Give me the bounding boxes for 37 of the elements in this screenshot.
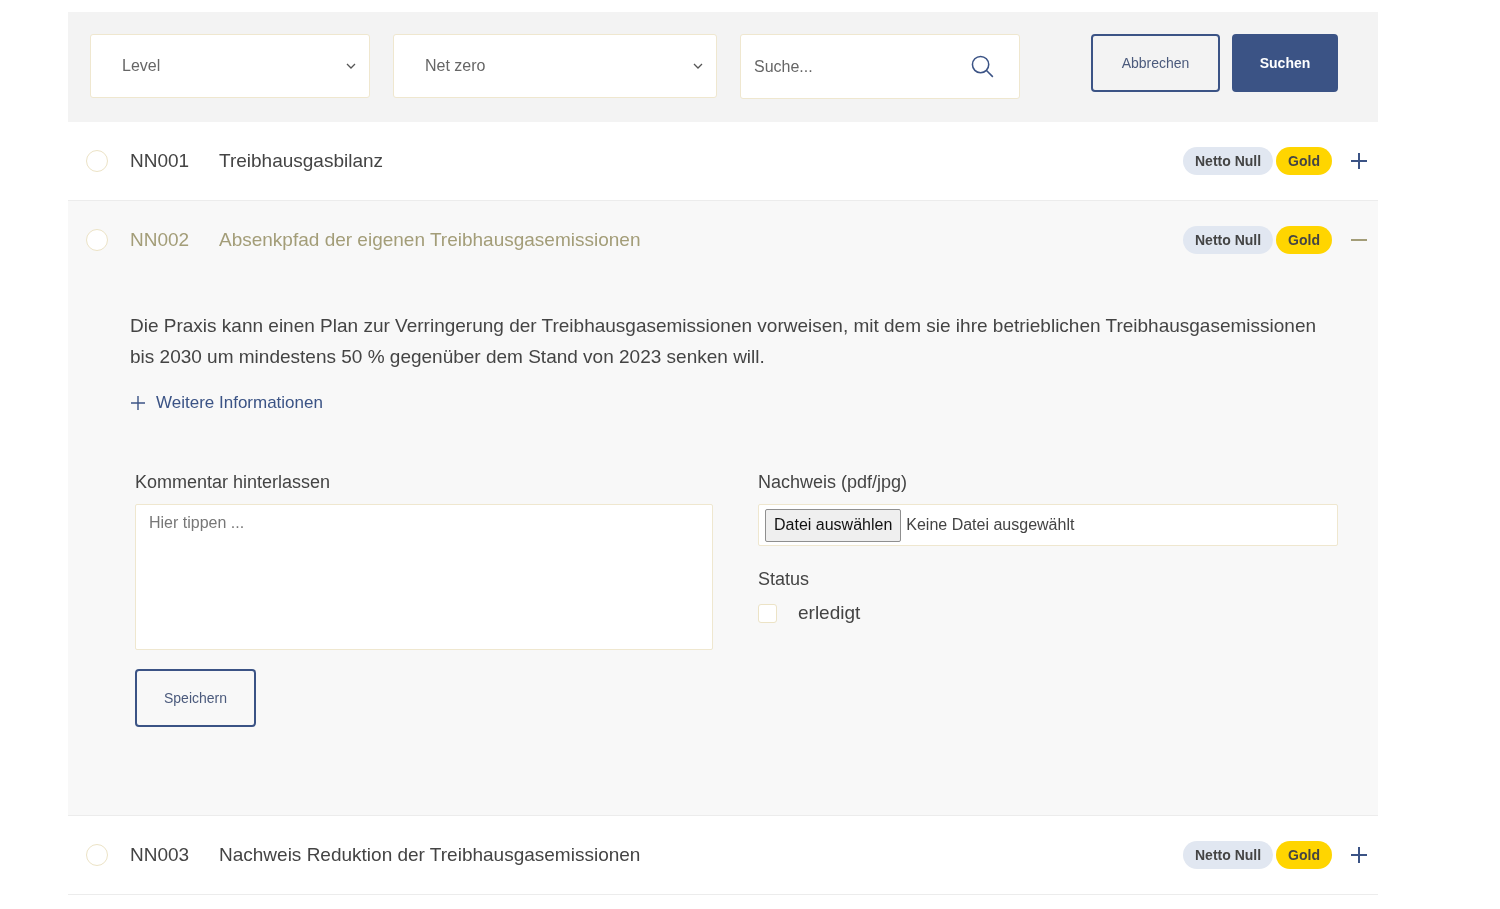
item-title[interactable]: Treibhausgasbilanz	[219, 150, 1183, 172]
expand-button[interactable]	[1350, 846, 1368, 864]
chevron-down-icon	[693, 63, 703, 69]
tag: Gold	[1276, 841, 1332, 869]
chevron-down-icon	[346, 63, 356, 69]
file-status-text: Keine Datei ausgewählt	[906, 516, 1075, 534]
minus-icon	[1351, 239, 1367, 241]
plus-icon	[131, 396, 145, 410]
expand-button[interactable]	[1350, 152, 1368, 170]
search-icon[interactable]	[971, 55, 994, 78]
plus-icon	[1351, 847, 1367, 863]
description-text: Die Praxis kann einen Plan zur Verringerung der Treibhausgasemissionen vorweisen, mit dem sie ihre betrieblichen Treibhausgasemissionen bis 2030 um mindestens 50 % gegenüber dem Stand von 2023 senken will.	[130, 314, 1317, 369]
evidence-label: Nachweis (pdf/jpg)	[758, 471, 908, 494]
comment-label: Kommentar hinterlassen	[135, 471, 331, 494]
search-field[interactable]: Suche...	[740, 34, 1020, 99]
status-label: Status	[758, 568, 810, 591]
checkbox[interactable]	[758, 603, 777, 623]
item-code: NN002	[130, 229, 191, 251]
save-button[interactable]: Speichern	[135, 669, 256, 727]
tag: Netto Null	[1183, 147, 1274, 175]
search-button[interactable]: Suchen	[1232, 34, 1338, 92]
more-info-link[interactable]: Weitere Informationen	[131, 393, 323, 413]
checkbox-label: erledigt	[798, 602, 861, 624]
comment-field[interactable]: Hier tippen ...	[135, 504, 713, 650]
tag: Netto Null	[1183, 226, 1274, 254]
cancel-button[interactable]: Abbrechen	[1091, 34, 1220, 92]
item-code: NN001	[130, 150, 191, 172]
dropdown[interactable]: Net zero	[393, 34, 717, 98]
dropdown[interactable]: Level	[90, 34, 370, 98]
item-title[interactable]: Nachweis Reduktion der Treibhausgasemissionen	[219, 844, 1183, 866]
plus-icon	[1351, 153, 1367, 169]
tag: Gold	[1276, 147, 1332, 175]
file-upload-field[interactable]: Datei auswählen Keine Datei ausgewählt	[758, 504, 1338, 546]
choose-file-button[interactable]: Datei auswählen	[765, 508, 902, 542]
tag: Netto Null	[1183, 841, 1274, 869]
tag: Gold	[1276, 226, 1332, 254]
item-code: NN003	[130, 844, 191, 866]
